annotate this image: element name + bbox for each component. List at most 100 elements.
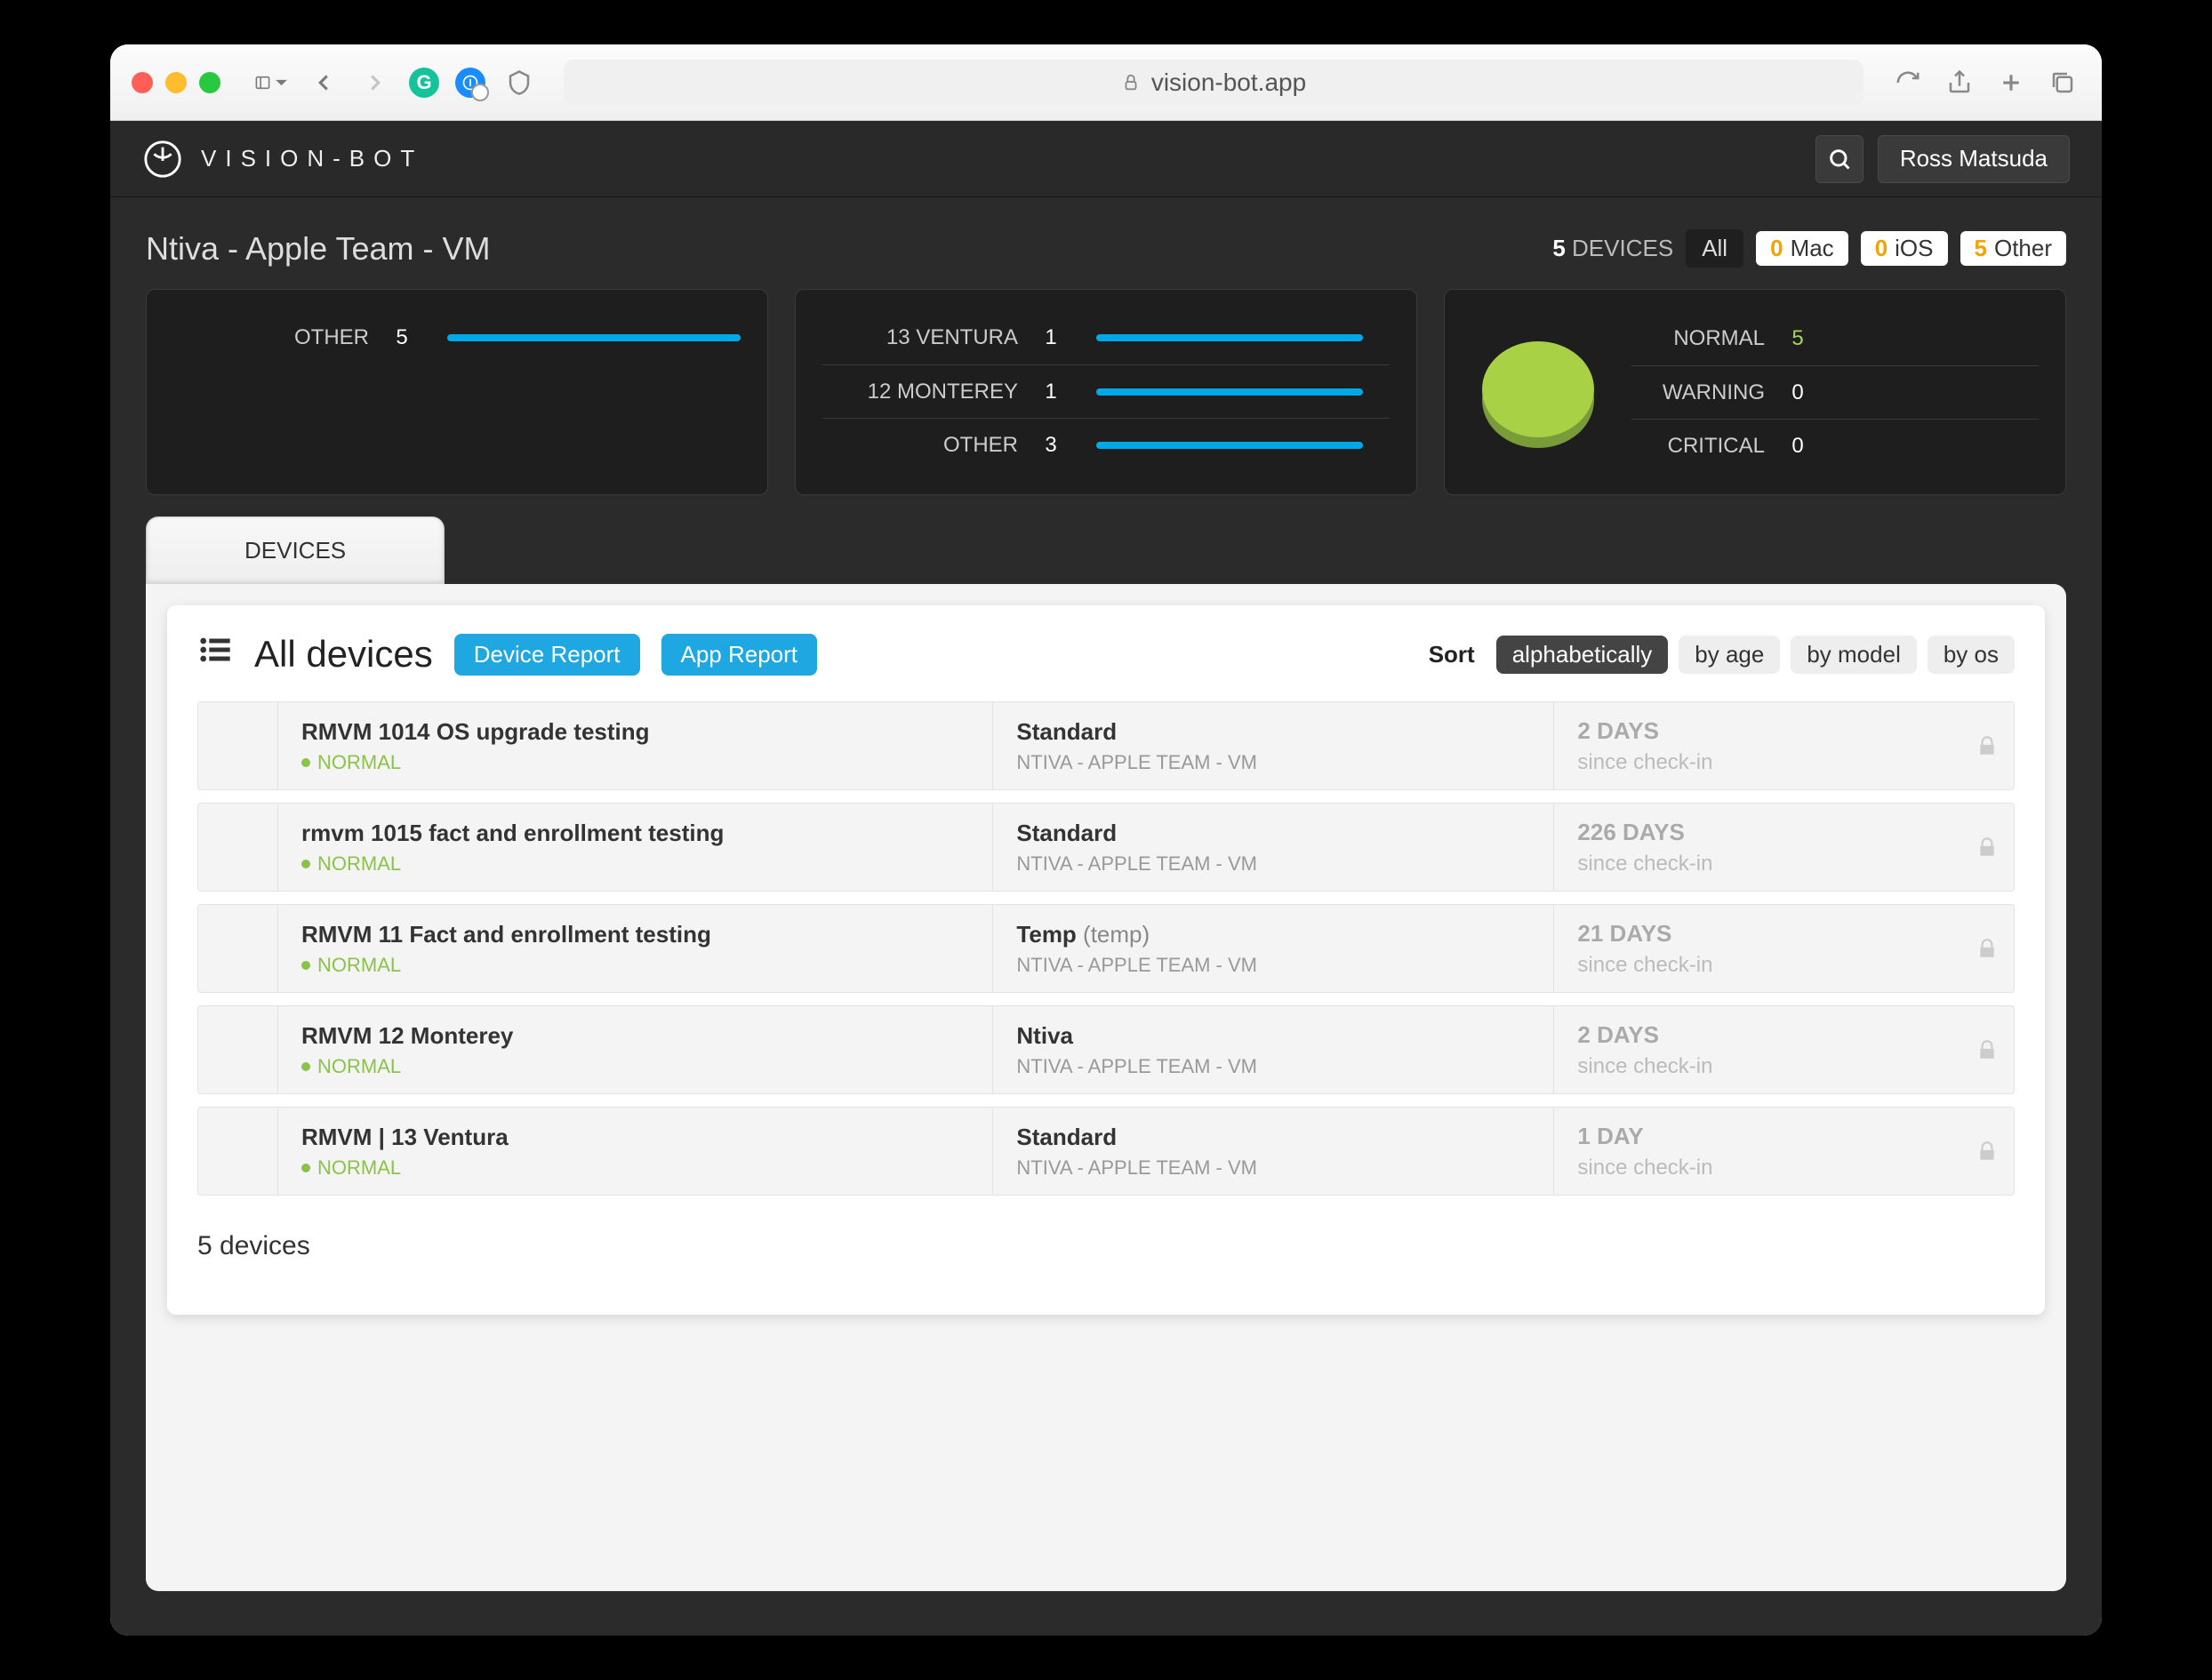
search-button[interactable] — [1815, 135, 1863, 183]
sort-option-by-os[interactable]: by os — [1927, 636, 2015, 674]
filter-all[interactable]: All — [1686, 229, 1743, 268]
reload-button[interactable] — [1890, 65, 1926, 100]
brand-logo-icon — [142, 139, 183, 180]
forward-button[interactable] — [357, 65, 393, 100]
lock-icon — [1960, 702, 2014, 789]
status-pie-icon — [1471, 325, 1605, 459]
address-bar[interactable]: vision-bot.app — [564, 60, 1863, 106]
lock-icon — [1960, 905, 2014, 992]
tab-devices[interactable]: DEVICES — [146, 516, 445, 584]
sort-option-by-model[interactable]: by model — [1791, 636, 1917, 674]
card-os-label: 12 MONTEREY — [822, 380, 1018, 404]
device-thumbnail — [198, 1108, 278, 1195]
card-status-row: WARNING 0 — [1631, 365, 2039, 419]
device-summary: 5 DEVICES All 0Mac 0iOS 5Other — [1552, 229, 2066, 268]
device-status: NORMAL — [301, 1055, 969, 1078]
card-status-value: 5 — [1784, 326, 1811, 351]
card-os-value: 3 — [1038, 433, 1064, 458]
device-report-button[interactable]: Device Report — [454, 634, 640, 676]
device-days: 226 DAYS — [1577, 819, 1937, 846]
device-row[interactable]: RMVM 12 Monterey NORMAL Ntiva NTIVA - AP… — [197, 1005, 2015, 1094]
device-list: RMVM 1014 OS upgrade testing NORMAL Stan… — [197, 701, 2015, 1196]
device-name: RMVM 12 Monterey — [301, 1022, 969, 1050]
lock-icon — [1960, 1006, 2014, 1093]
device-row[interactable]: RMVM | 13 Ventura NORMAL Standard NTIVA … — [197, 1107, 2015, 1196]
user-menu-button[interactable]: Ross Matsuda — [1878, 135, 2070, 183]
brand-text: VISION-BOT — [201, 145, 423, 172]
device-name: RMVM | 13 Ventura — [301, 1124, 969, 1151]
user-name: Ross Matsuda — [1900, 145, 2048, 172]
lock-icon — [1960, 804, 2014, 891]
back-button[interactable] — [306, 65, 341, 100]
filter-mac[interactable]: 0Mac — [1756, 231, 1848, 266]
new-tab-button[interactable] — [1993, 65, 2029, 100]
device-thumbnail — [198, 702, 278, 789]
tab-bar: DEVICES — [110, 516, 2102, 584]
device-team: NTIVA - APPLE TEAM - VM — [1016, 1156, 1530, 1180]
sidebar-toggle-button[interactable] — [254, 65, 290, 100]
minimize-window-button[interactable] — [165, 72, 187, 93]
card-status: NORMAL 5 WARNING 0 CRITICAL 0 — [1444, 289, 2066, 495]
card-status-row: CRITICAL 0 — [1631, 419, 2039, 472]
device-since: since check-in — [1577, 852, 1937, 876]
lock-icon — [1960, 1108, 2014, 1195]
device-team: NTIVA - APPLE TEAM - VM — [1016, 1055, 1530, 1078]
sort-option-by-age[interactable]: by age — [1679, 636, 1780, 674]
device-since: since check-in — [1577, 1054, 1937, 1079]
tab-overview-button[interactable] — [2045, 65, 2080, 100]
window-controls — [132, 72, 220, 93]
browser-toolbar: G vision-bot.app — [110, 44, 2102, 121]
card-platform: OTHER 5 — [146, 289, 768, 495]
browser-window: G vision-bot.app — [110, 44, 2102, 1636]
card-os-row: 12 MONTEREY 1 — [822, 364, 1390, 418]
card-os-label: OTHER — [822, 433, 1018, 458]
device-name: RMVM 1014 OS upgrade testing — [301, 718, 969, 746]
share-button[interactable] — [1942, 65, 1977, 100]
onepassword-extension-icon[interactable] — [455, 68, 485, 98]
device-owner: Temp (temp) — [1016, 921, 1530, 948]
device-days: 21 DAYS — [1577, 920, 1937, 948]
fullscreen-window-button[interactable] — [199, 72, 220, 93]
card-platform-bar — [447, 334, 741, 341]
sort-option-alphabetically[interactable]: alphabetically — [1496, 636, 1669, 674]
device-days: 2 DAYS — [1577, 1021, 1937, 1049]
app-header: VISION-BOT Ross Matsuda — [110, 121, 2102, 197]
filter-ios[interactable]: 0iOS — [1861, 231, 1948, 266]
card-os-bar — [1096, 388, 1363, 396]
device-row[interactable]: RMVM 1014 OS upgrade testing NORMAL Stan… — [197, 701, 2015, 790]
device-team: NTIVA - APPLE TEAM - VM — [1016, 954, 1530, 977]
device-row[interactable]: RMVM 11 Fact and enrollment testing NORM… — [197, 904, 2015, 993]
device-thumbnail — [198, 804, 278, 891]
devices-panel: All devices Device Report App Report Sor… — [146, 584, 2066, 1591]
app-report-button[interactable]: App Report — [661, 634, 818, 676]
close-window-button[interactable] — [132, 72, 153, 93]
panel-toolbar: All devices Device Report App Report Sor… — [197, 632, 2015, 676]
device-days: 1 DAY — [1577, 1123, 1937, 1150]
filter-other[interactable]: 5Other — [1960, 231, 2067, 266]
breadcrumb-row: Ntiva - Apple Team - VM 5 DEVICES All 0M… — [110, 197, 2102, 289]
device-owner: Standard — [1016, 820, 1530, 847]
card-status-row: NORMAL 5 — [1631, 312, 2039, 365]
card-os-bar — [1096, 334, 1363, 341]
list-view-icon[interactable] — [197, 632, 233, 676]
card-os-bar — [1096, 442, 1363, 449]
device-team: NTIVA - APPLE TEAM - VM — [1016, 751, 1530, 774]
device-row[interactable]: rmvm 1015 fact and enrollment testing NO… — [197, 803, 2015, 892]
card-status-value: 0 — [1784, 434, 1811, 459]
device-thumbnail — [198, 905, 278, 992]
privacy-shield-icon[interactable] — [501, 65, 537, 100]
stat-cards: OTHER 5 13 VENTURA 1 12 MONTEREY 1 OTHER… — [110, 289, 2102, 516]
card-platform-value: 5 — [389, 325, 415, 350]
card-os: 13 VENTURA 1 12 MONTEREY 1 OTHER 3 — [795, 289, 1417, 495]
card-os-value: 1 — [1038, 380, 1064, 404]
device-since: since check-in — [1577, 750, 1937, 775]
device-since: since check-in — [1577, 953, 1937, 978]
url-text: vision-bot.app — [1151, 68, 1306, 97]
card-os-row: 13 VENTURA 1 — [822, 311, 1390, 364]
app-body: VISION-BOT Ross Matsuda Ntiva - Apple Te… — [110, 121, 2102, 1636]
device-name: RMVM 11 Fact and enrollment testing — [301, 921, 969, 948]
grammarly-extension-icon[interactable]: G — [409, 68, 439, 98]
card-status-label: CRITICAL — [1631, 434, 1765, 459]
brand[interactable]: VISION-BOT — [142, 139, 423, 180]
breadcrumb[interactable]: Ntiva - Apple Team - VM — [146, 230, 490, 268]
